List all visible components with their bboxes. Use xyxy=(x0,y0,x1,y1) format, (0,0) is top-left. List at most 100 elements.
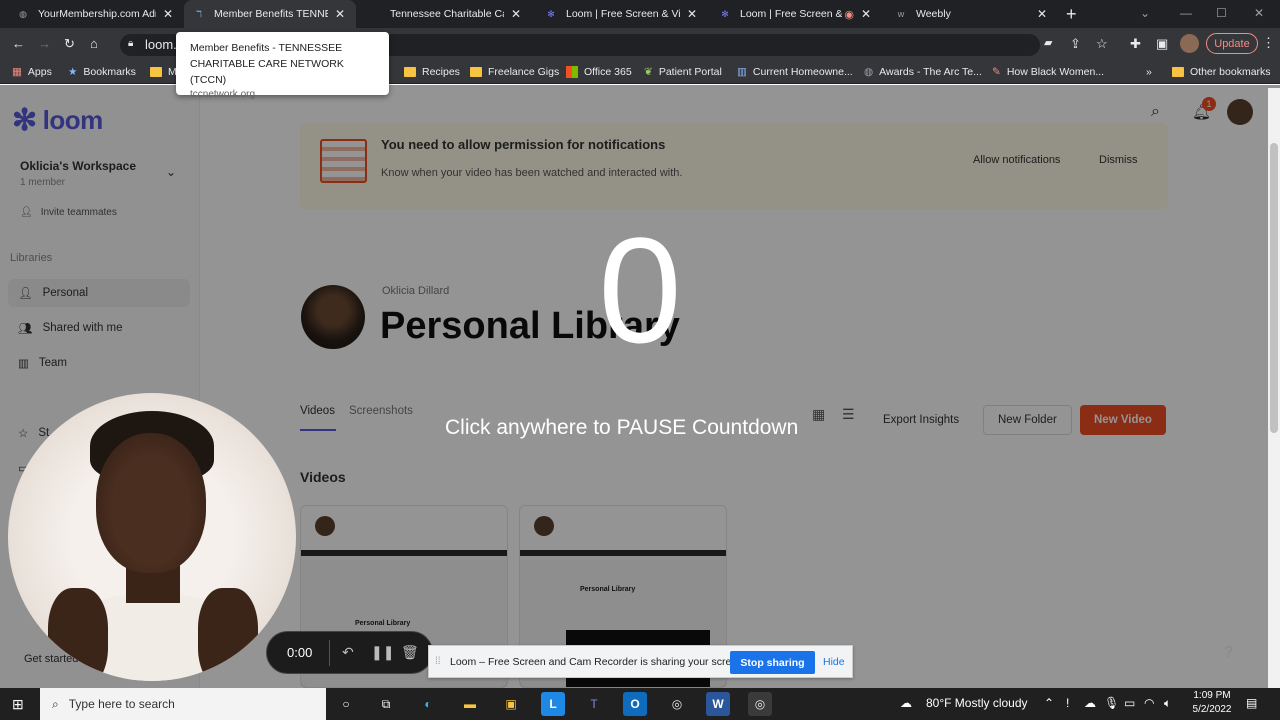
browser-tab[interactable]: Tennessee Charitable Care ✕ xyxy=(360,0,532,28)
drag-handle-icon[interactable]: ⁞⁞ xyxy=(435,656,441,667)
tab-title: Loom | Free Screen & V xyxy=(740,8,843,20)
taskbar-clock[interactable]: 1:09 PM 5/2/2022 xyxy=(1187,689,1237,717)
weather-text[interactable]: 80°F Mostly cloudy xyxy=(926,696,1028,710)
browser-tab-strip: ◍ YourMembership.com Adm ✕ ℸ Member Bene… xyxy=(0,0,1280,28)
menu-dots-icon[interactable]: ⋮ xyxy=(1262,35,1275,51)
pause-icon[interactable]: ❚❚ xyxy=(371,644,394,661)
page-scrollbar[interactable] xyxy=(1268,88,1280,688)
extensions-icon[interactable]: ✚ xyxy=(1130,36,1141,52)
warning-icon[interactable]: ! xyxy=(1066,696,1069,710)
camera-icon[interactable]: ▰ xyxy=(1044,36,1052,49)
help-icon[interactable]: ? xyxy=(1224,644,1233,662)
countdown-message: Click anywhere to PAUSE Countdown xyxy=(445,416,799,439)
wifi-icon[interactable]: ◠ xyxy=(1144,696,1154,710)
cortana-icon[interactable]: ○ xyxy=(334,692,358,716)
task-view-icon[interactable]: ⧉ xyxy=(374,692,398,716)
teams-icon[interactable]: T xyxy=(582,692,606,716)
close-tab-icon[interactable]: ✕ xyxy=(508,7,524,21)
bookmark-other[interactable]: Other bookmarks xyxy=(1172,64,1271,80)
loom-favicon-icon: ✻ xyxy=(547,8,555,19)
browser-tab[interactable]: ✻ Loom | Free Screen & Video ✕ xyxy=(536,0,708,28)
update-button[interactable]: Update xyxy=(1206,33,1258,54)
word-icon[interactable]: W xyxy=(706,692,730,716)
bookmark-patient-portal[interactable]: ❦ Patient Portal xyxy=(644,64,722,80)
home-icon[interactable]: ⌂ xyxy=(90,36,98,51)
search-icon: ⌕ xyxy=(52,696,59,711)
leaf-icon: ❦ xyxy=(644,66,653,78)
restart-icon[interactable]: ↶ xyxy=(342,644,354,661)
close-tab-icon[interactable]: ✕ xyxy=(332,7,348,21)
volume-icon[interactable]: 🔈︎ xyxy=(1164,696,1171,711)
window-close-icon[interactable]: ✕ xyxy=(1254,6,1264,20)
bookmark-black-women[interactable]: ✎ How Black Women... xyxy=(992,64,1104,80)
more-bookmarks-icon[interactable]: » xyxy=(1146,64,1152,80)
taskbar-search[interactable]: ⌕ Type here to search xyxy=(40,688,326,720)
new-tab-icon[interactable]: + xyxy=(1066,5,1077,23)
bookmark-label: Bookmarks xyxy=(83,66,136,78)
profile-avatar[interactable] xyxy=(1180,34,1199,53)
browser-tab[interactable]: ✻ Loom | Free Screen & V ◉ ✕ xyxy=(710,0,882,28)
folder-icon xyxy=(470,67,482,77)
tab-search-icon[interactable]: ⌄ xyxy=(1140,6,1150,20)
bookmark-office365[interactable]: Office 365 xyxy=(566,64,632,80)
browser-tab-active[interactable]: ℸ Member Benefits TENNESS ✕ xyxy=(184,0,356,28)
maximize-icon[interactable]: ☐ xyxy=(1216,6,1227,20)
share-icon[interactable]: ⇪ xyxy=(1070,36,1081,52)
clock-date: 5/2/2022 xyxy=(1192,704,1232,715)
notifications-icon[interactable]: ▤ xyxy=(1246,696,1257,710)
share-message: Loom – Free Screen and Cam Recorder is s… xyxy=(450,656,746,668)
chrome-icon[interactable]: ◎ xyxy=(665,692,689,716)
hide-share-bar-link[interactable]: Hide xyxy=(823,656,845,668)
screen-share-bar: ⁞⁞ Loom – Free Screen and Cam Recorder i… xyxy=(428,645,853,678)
store-icon[interactable]: ▣ xyxy=(499,692,523,716)
outlook-icon[interactable]: O xyxy=(623,692,647,716)
forward-arrow-icon[interactable]: → xyxy=(38,36,51,51)
file-explorer-icon[interactable]: ▬ xyxy=(458,692,482,716)
tray-chevron-icon[interactable]: ⌃ xyxy=(1044,696,1054,710)
recording-dot-icon: ◉ xyxy=(844,8,854,21)
bookmark-bookmarks[interactable]: ★ Bookmarks xyxy=(68,64,136,80)
bookmark-apps[interactable]: ▦ Apps xyxy=(12,64,52,80)
scroll-thumb[interactable] xyxy=(1270,143,1278,433)
bookmark-freelance[interactable]: Freelance Gigs xyxy=(470,64,559,80)
weather-icon: ☁ xyxy=(900,696,912,710)
stop-sharing-button[interactable]: Stop sharing xyxy=(730,651,815,674)
tccn-favicon-icon: ℸ xyxy=(196,8,202,19)
recording-timer: 0:00 xyxy=(287,645,313,660)
l-app-icon[interactable]: L xyxy=(541,692,565,716)
browser-tab[interactable]: ◍ YourMembership.com Adm ✕ xyxy=(8,0,184,28)
windows-start-icon[interactable]: ⊞ xyxy=(12,696,24,713)
microphone-icon[interactable]: 🎙︎ xyxy=(1104,696,1119,710)
taskbar-search-placeholder: Type here to search xyxy=(68,697,175,711)
sidepanel-icon[interactable]: ▣ xyxy=(1156,36,1168,52)
chrome-active-icon[interactable]: ◎ xyxy=(748,692,772,716)
camera-bubble[interactable] xyxy=(8,393,296,681)
close-tab-icon[interactable]: ✕ xyxy=(858,7,874,21)
reload-icon[interactable]: ↻ xyxy=(64,36,75,52)
delete-icon[interactable]: 🗑︎ xyxy=(401,644,419,661)
bookmark-arc-awards[interactable]: ◍ Awards - The Arc Te... xyxy=(864,64,982,80)
close-tab-icon[interactable]: ✕ xyxy=(1034,7,1050,21)
tccn-favicon-icon xyxy=(368,7,382,21)
tab-title: YourMembership.com Adm xyxy=(38,8,156,20)
minimize-icon[interactable]: — xyxy=(1180,6,1192,20)
weebly-favicon-icon: w xyxy=(897,9,905,19)
bookmark-label: Other bookmarks xyxy=(1190,66,1271,78)
bookmark-label: Recipes xyxy=(422,66,460,78)
battery-icon[interactable]: ▭ xyxy=(1124,696,1135,710)
countdown-number: 0 xyxy=(598,206,682,374)
edge-icon[interactable]: ◐ xyxy=(416,692,440,716)
browser-tab[interactable]: w Weebly ✕ xyxy=(886,0,1058,28)
bookmark-homeowner[interactable]: ▥ Current Homeowne... xyxy=(737,64,853,80)
star-icon: ★ xyxy=(68,66,78,78)
bookmark-folder[interactable]: M xyxy=(150,64,177,80)
loom-favicon-icon: ✻ xyxy=(721,8,729,19)
bookmark-recipes[interactable]: Recipes xyxy=(404,64,460,80)
close-tab-icon[interactable]: ✕ xyxy=(160,7,176,21)
folder-icon xyxy=(150,67,162,77)
close-tab-icon[interactable]: ✕ xyxy=(684,7,700,21)
bookmark-star-icon[interactable]: ☆ xyxy=(1096,36,1108,52)
onedrive-icon[interactable]: ☁ xyxy=(1084,696,1096,710)
back-arrow-icon[interactable]: ← xyxy=(12,36,25,51)
bookmark-label: Patient Portal xyxy=(658,66,722,78)
